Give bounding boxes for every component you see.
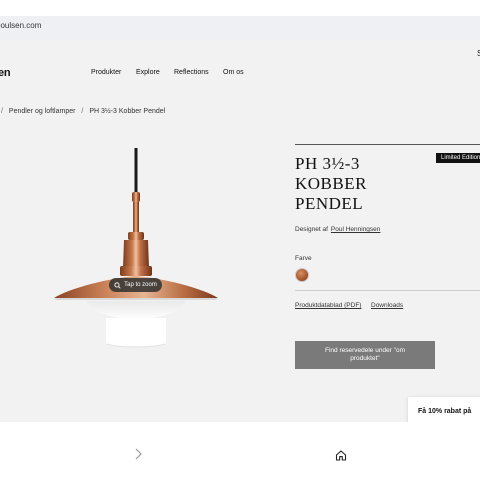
breadcrumb-pendler[interactable]: Pendler og loftlamper	[9, 108, 76, 115]
breadcrumb: / Pendler og loftlamper / PH 3½-3 Kobber…	[0, 108, 165, 115]
url-text[interactable]: poulsen.com	[0, 21, 41, 30]
nav-item-explore[interactable]: Explore	[136, 69, 160, 76]
downloads-link[interactable]: Downloads	[371, 302, 403, 309]
breadcrumb-separator: /	[81, 108, 84, 115]
tap-to-zoom-button[interactable]: Tap to zoom	[109, 278, 162, 292]
find-spare-parts-button[interactable]: Find reservedele under "om produktet"	[295, 341, 435, 369]
datasheet-link[interactable]: Produktdatablad (PDF)	[295, 302, 361, 309]
breadcrumb-current: PH 3½-3 Kobber Pendel	[89, 108, 166, 115]
divider	[295, 290, 480, 291]
bottom-toolbar	[0, 422, 480, 480]
zoom-label: Tap to zoom	[124, 282, 157, 288]
chevron-right-icon[interactable]	[133, 448, 143, 460]
color-label: Farve	[295, 255, 312, 262]
breadcrumb-separator: /	[1, 108, 3, 115]
nav-item-produkter[interactable]: Produkter	[91, 69, 121, 76]
designer-link[interactable]: Poul Henningsen	[331, 226, 381, 233]
title-line: PENDEL	[295, 194, 364, 213]
product-image[interactable]	[50, 148, 222, 354]
title-line: KOBBER	[295, 174, 367, 193]
limited-edition-badge: Limited Edition	[436, 153, 480, 163]
title-line: PH 3½-3	[295, 154, 360, 173]
search-icon	[114, 281, 121, 289]
brand-logo[interactable]: en	[0, 67, 11, 79]
cta-label: Find reservedele under "om produktet"	[325, 347, 405, 362]
divider	[295, 144, 480, 145]
color-swatch-copper[interactable]	[295, 268, 309, 282]
home-icon[interactable]	[335, 449, 347, 461]
nav-item-om-os[interactable]: Om os	[223, 69, 244, 76]
product-title: PH 3½-3 KOBBER PENDEL	[295, 154, 415, 214]
designer-prefix: Designet af	[295, 226, 328, 233]
url-field[interactable]	[0, 16, 480, 40]
designer-line: Designet af Poul Henningsen	[295, 226, 380, 233]
nav-item-reflections[interactable]: Reflections	[174, 69, 209, 76]
